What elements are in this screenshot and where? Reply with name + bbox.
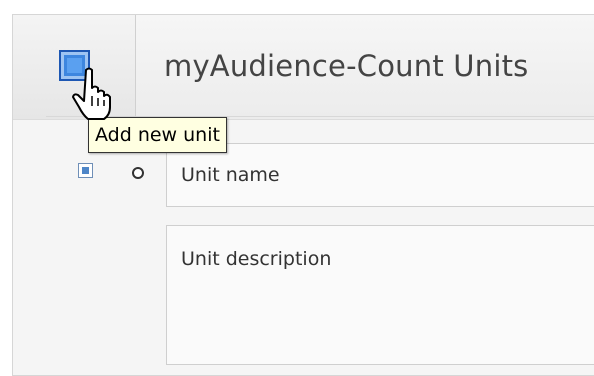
unit-row-icon[interactable] — [78, 163, 93, 178]
add-unit-tooltip: Add new unit — [88, 117, 227, 153]
unit-description-placeholder: Unit description — [181, 248, 332, 270]
page-title: myAudience-Count Units — [164, 49, 529, 83]
unit-name-field[interactable]: Unit name — [166, 143, 594, 207]
unit-description-field[interactable]: Unit description — [166, 225, 594, 365]
hand-pointer-icon — [72, 67, 111, 120]
radio-icon[interactable] — [132, 167, 144, 179]
unit-name-placeholder: Unit name — [181, 164, 280, 186]
